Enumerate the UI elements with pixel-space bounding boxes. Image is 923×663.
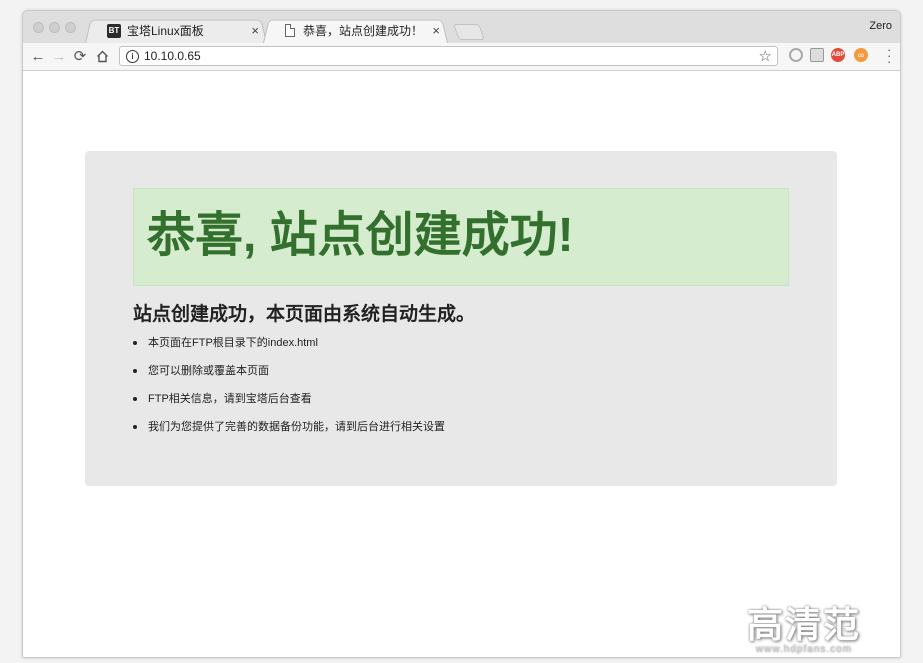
watermark-logo: 高清范	[746, 604, 861, 645]
page-viewport: 恭喜, 站点创建成功! 站点创建成功，本页面由系统自动生成。 本页面在FTP根目…	[23, 71, 900, 657]
address-bar[interactable]: i 10.10.0.65 ☆	[119, 46, 778, 66]
list-item: 您可以删除或覆盖本页面	[133, 363, 445, 391]
browser-window: BT 宝塔Linux面板 × 恭喜，站点创建成功！ × Zero ← → ⟳ i…	[22, 10, 901, 658]
new-tab-button[interactable]	[453, 24, 485, 40]
forward-arrow-icon[interactable]: →	[50, 47, 68, 65]
tab-strip: BT 宝塔Linux面板 × 恭喜，站点创建成功！ × Zero	[23, 11, 900, 43]
success-alert: 恭喜, 站点创建成功!	[133, 188, 789, 286]
minimize-window-button[interactable]	[49, 22, 60, 33]
tab-title: 恭喜，站点创建成功！	[303, 24, 424, 38]
maximize-window-button[interactable]	[65, 22, 76, 33]
list-item: 我们为您提供了完善的数据备份功能，请到后台进行相关设置	[133, 419, 445, 447]
list-item: 本页面在FTP根目录下的index.html	[133, 335, 445, 363]
toolbar: ← → ⟳ i 10.10.0.65 ☆ ABP ∞ · · ·	[23, 43, 900, 71]
grey-extension-icon[interactable]	[810, 48, 824, 62]
back-arrow-icon[interactable]: ←	[29, 47, 47, 65]
url-text: 10.10.0.65	[144, 49, 201, 63]
page-title: 恭喜, 站点创建成功!	[147, 209, 574, 262]
info-list: 本页面在FTP根目录下的index.html 您可以删除或覆盖本页面 FTP相关…	[133, 335, 445, 447]
info-icon[interactable]: i	[126, 50, 139, 63]
close-window-button[interactable]	[33, 22, 44, 33]
reload-icon[interactable]: ⟳	[71, 47, 89, 65]
page-subtitle: 站点创建成功，本页面由系统自动生成。	[133, 304, 476, 325]
tab-site-created[interactable]: 恭喜，站点创建成功！ ×	[263, 18, 448, 43]
list-item: FTP相关信息，请到宝塔后台查看	[133, 391, 445, 419]
document-icon	[285, 24, 295, 37]
content-panel: 恭喜, 站点创建成功! 站点创建成功，本页面由系统自动生成。 本页面在FTP根目…	[85, 151, 837, 486]
watermark: 高清范 www.hdpfans.com	[747, 596, 861, 655]
circle-extension-icon[interactable]	[789, 48, 803, 62]
profile-name[interactable]: Zero	[869, 20, 892, 32]
tab-title: 宝塔Linux面板	[127, 24, 204, 38]
home-icon[interactable]	[93, 47, 111, 65]
close-icon[interactable]: ×	[251, 23, 259, 38]
abp-extension-icon[interactable]: ABP	[831, 48, 845, 62]
bookmark-star-icon[interactable]: ☆	[759, 47, 772, 65]
menu-dots-icon[interactable]: · · ·	[887, 43, 891, 68]
orange-extension-icon[interactable]: ∞	[854, 48, 868, 62]
tab-baota-panel[interactable]: BT 宝塔Linux面板 ×	[85, 18, 267, 43]
bt-favicon-icon: BT	[107, 23, 121, 38]
watermark-url: www.hdpfans.com	[755, 644, 853, 655]
close-icon[interactable]: ×	[432, 23, 440, 38]
